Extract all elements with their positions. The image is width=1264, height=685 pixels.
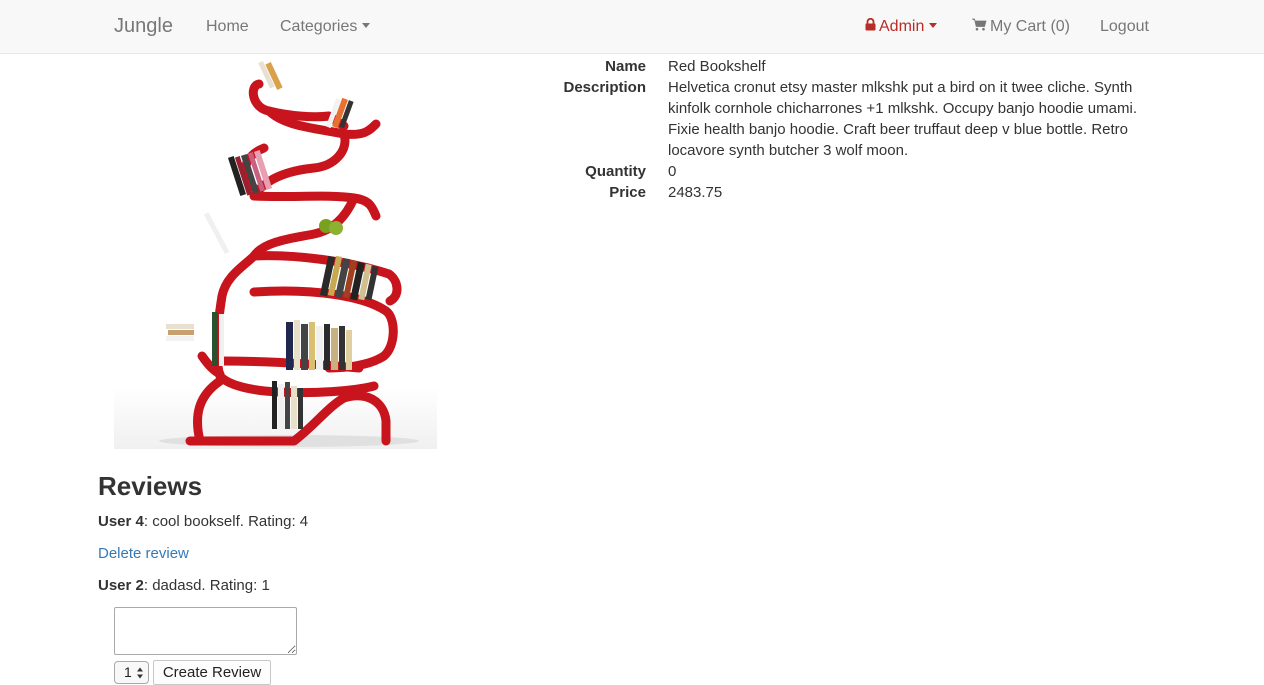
create-review-button[interactable]: Create Review	[153, 660, 271, 685]
rating-select[interactable]: 1	[114, 661, 149, 684]
nav-cart-label: My Cart (0)	[990, 18, 1070, 35]
review-item: User 4: cool bookself. Rating: 4	[98, 511, 308, 532]
nav-cart-link[interactable]: My Cart (0)	[972, 0, 1070, 53]
review-text: : cool bookself. Rating: 4	[143, 513, 309, 530]
product-description: Helvetica cronut etsy master mlkshk put …	[668, 79, 1137, 159]
review-textarea[interactable]	[114, 607, 297, 655]
nav-categories-label: Categories	[280, 18, 358, 35]
rating-select-value: 1	[124, 664, 132, 680]
lock-icon	[865, 18, 876, 31]
chevron-down-icon	[929, 23, 938, 29]
price-label: Price	[609, 184, 646, 201]
nav-logout-link[interactable]: Logout	[1100, 0, 1149, 53]
chevron-down-icon	[362, 23, 371, 29]
product-name: Red Bookshelf	[668, 58, 766, 75]
review-item: User 2: dadasd. Rating: 1	[98, 575, 270, 596]
nav-admin-dropdown[interactable]: Admin	[865, 0, 938, 53]
brand-link[interactable]: Jungle	[114, 0, 173, 53]
top-navbar: Jungle Home Categories Admin My Cart (0)…	[0, 0, 1264, 54]
nav-home-link[interactable]: Home	[206, 0, 249, 53]
product-quantity: 0	[668, 163, 677, 180]
name-label: Name	[605, 58, 646, 75]
red-bookshelf-image	[114, 61, 437, 449]
shopping-cart-icon	[972, 18, 987, 31]
product-price: 2483.75	[668, 184, 723, 201]
nav-admin-label: Admin	[879, 18, 925, 35]
review-user: User 2	[98, 577, 144, 594]
reviews-heading: Reviews	[98, 471, 203, 501]
delete-review-link[interactable]: Delete review	[98, 543, 189, 564]
nav-categories-dropdown[interactable]: Categories	[280, 0, 371, 53]
quantity-label: Quantity	[585, 163, 646, 180]
description-label: Description	[563, 79, 646, 96]
review-user: User 4	[98, 513, 144, 530]
review-text: : dadasd. Rating: 1	[143, 577, 270, 594]
select-arrows-icon	[137, 667, 143, 679]
